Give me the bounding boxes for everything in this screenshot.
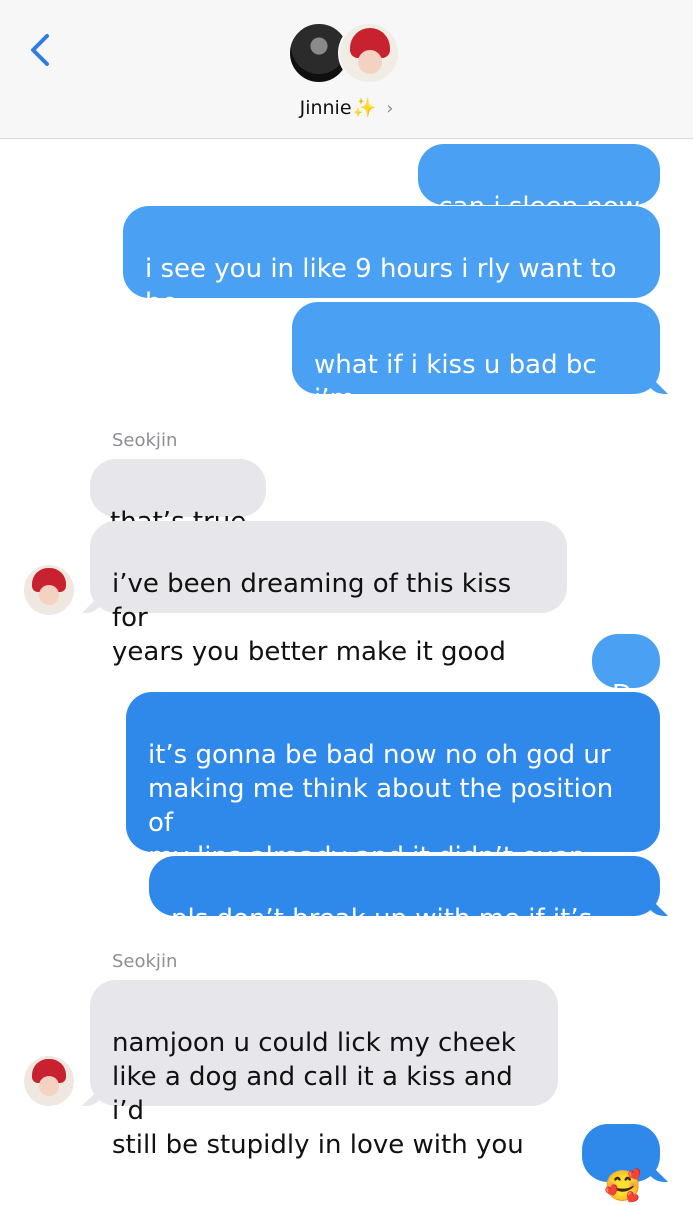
contact-name-button[interactable]: Jinnie✨ › xyxy=(0,96,693,119)
message-bubble-incoming[interactable]: namjoon u could lick my cheek like a dog… xyxy=(90,980,558,1160)
message-bubble-outgoing[interactable]: can i sleep now xyxy=(418,144,660,222)
message-bubble-outgoing[interactable]: pls don’t break up with me if it’s bad xyxy=(149,856,660,968)
message-bubble-incoming[interactable]: i’ve been dreaming of this kiss for year… xyxy=(90,521,567,667)
message-text: what if i kiss u bad bc i’m sleep depriv… xyxy=(314,350,597,448)
sender-name: Seokjin xyxy=(112,951,178,972)
conversation-header: Jinnie✨ › xyxy=(0,0,693,139)
message-bubble-outgoing[interactable]: 🥰 xyxy=(582,1124,660,1204)
contact-name: Jinnie xyxy=(299,97,352,119)
back-button[interactable] xyxy=(22,30,62,70)
message-text: i’ve been dreaming of this kiss for year… xyxy=(112,569,512,667)
message-bubble-outgoing[interactable]: D: xyxy=(592,634,660,710)
avatar[interactable] xyxy=(24,565,74,615)
chevron-right-icon: › xyxy=(386,98,394,119)
avatar xyxy=(338,22,400,84)
message-bubble-outgoing[interactable]: it’s gonna be bad now no oh god ur makin… xyxy=(126,692,660,974)
chevron-left-icon xyxy=(31,34,49,66)
sparkles-emoji: ✨ xyxy=(352,97,377,119)
avatar[interactable] xyxy=(24,1056,74,1106)
sender-name: Seokjin xyxy=(112,430,178,451)
message-bubble-outgoing[interactable]: i see you in like 9 hours i rly want to … xyxy=(123,206,660,352)
group-avatars[interactable] xyxy=(288,22,408,92)
smiling-hearts-emoji: 🥰 xyxy=(604,1169,642,1204)
message-bubble-outgoing[interactable]: what if i kiss u bad bc i’m sleep depriv… xyxy=(292,302,660,448)
message-text: namjoon u could lick my cheek like a dog… xyxy=(112,1028,524,1160)
message-bubble-incoming[interactable]: that’s true xyxy=(90,459,267,537)
